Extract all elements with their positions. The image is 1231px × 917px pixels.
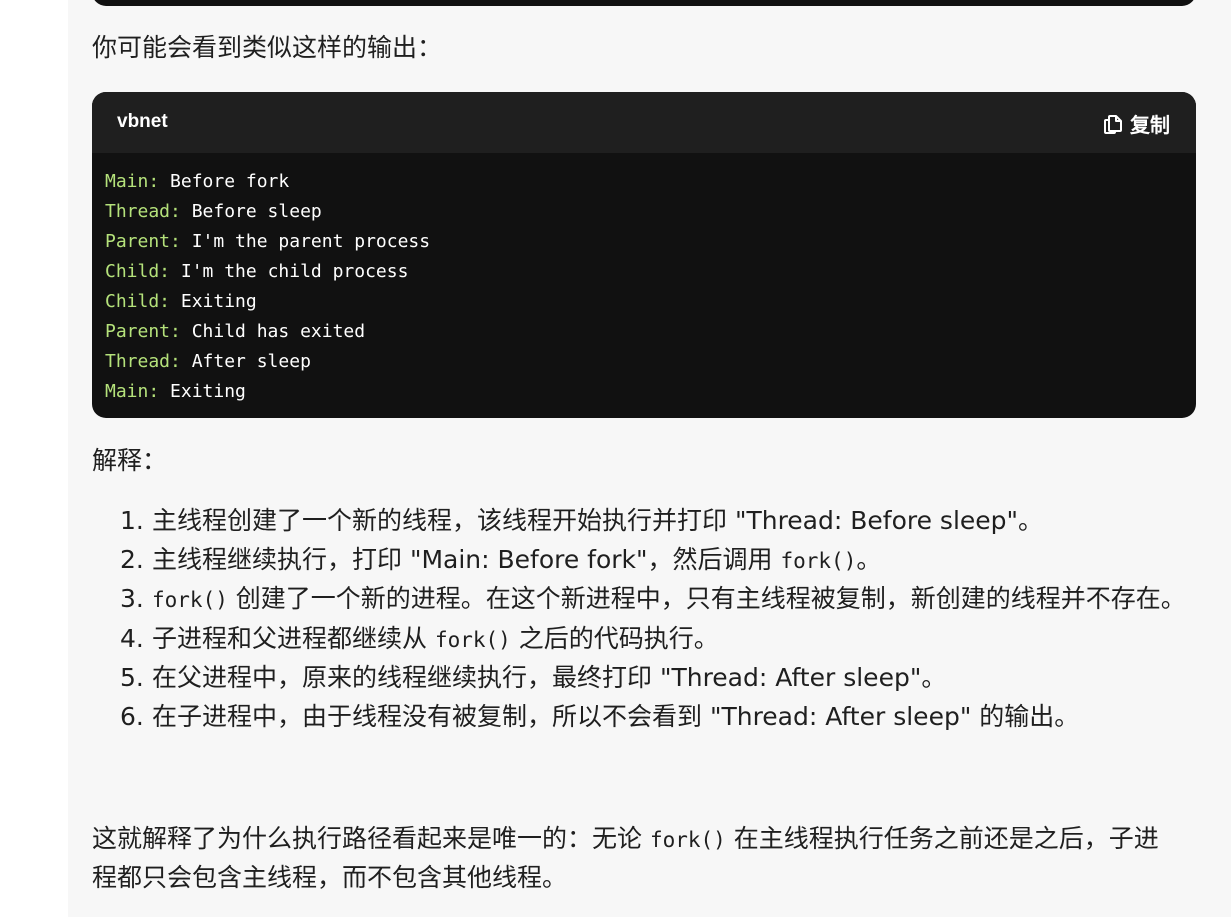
list-item: 5. 在父进程中，原来的线程继续执行，最终打印 "Thread: After sl… [120, 659, 1200, 698]
code-line: Parent: I'm the parent process [105, 227, 1196, 257]
list-item: 2. 主线程继续执行，打印 "Main: Before fork"，然后调用 fo… [120, 541, 1200, 581]
code-text: Exiting [159, 381, 246, 402]
code-text: Before sleep [180, 201, 322, 222]
conclusion-text: 这就解释了为什么执行路径看起来是唯一的：无论 fork() 在主线程执行任务之前… [92, 820, 1172, 897]
code-header: vbnet 复制 [92, 92, 1196, 153]
code-text: Before fork [159, 171, 290, 192]
inline-code: fork() [649, 828, 726, 852]
list-text: 创建了一个新的进程。在这个新进程中，只有主线程被复制，新创建的线程并不存在。 [227, 584, 1186, 613]
list-text: 主线程创建了一个新的线程，该线程开始执行并打印 "Thread: Before … [152, 506, 1044, 535]
previous-code-block-bottom [92, 0, 1196, 6]
code-line: Thread: After sleep [105, 347, 1196, 377]
code-text: I'm the child process [170, 261, 409, 282]
list-text: 。 [856, 544, 882, 574]
list-number: 4. [120, 623, 144, 653]
code-block: vbnet 复制 Main: Before fork Thread: Befor… [92, 92, 1196, 418]
code-label: Child: [105, 261, 171, 282]
list-text: 子进程和父进程都继续从 [152, 623, 435, 653]
code-line: Child: I'm the child process [105, 257, 1196, 287]
inline-code: fork() [152, 588, 228, 612]
conclusion-part: 这就解释了为什么执行路径看起来是唯一的：无论 [92, 824, 650, 853]
list-text: 主线程继续执行，打印 "Main: Before fork"，然后调用 [152, 544, 781, 574]
code-label: Parent: [105, 231, 181, 252]
code-line: Parent: Child has exited [105, 317, 1196, 347]
list-number: 3. [120, 584, 144, 613]
copy-icon [1102, 113, 1124, 135]
list-item: 3. fork() 创建了一个新的进程。在这个新进程中，只有主线程被复制，新创建的… [120, 580, 1200, 620]
code-line: Main: Exiting [105, 377, 1196, 407]
code-label: Main: [105, 171, 160, 192]
code-label: Child: [105, 291, 171, 312]
code-text: Child has exited [180, 321, 366, 342]
list-text: 在父进程中，原来的线程继续执行，最终打印 "Thread: After slee… [152, 663, 947, 692]
code-label: Thread: [105, 201, 181, 222]
copy-button[interactable]: 复制 [1102, 109, 1170, 138]
list-item: 1. 主线程创建了一个新的线程，该线程开始执行并打印 "Thread: Befor… [120, 502, 1200, 541]
intro-text: 你可能会看到类似这样的输出： [92, 33, 443, 62]
code-body: Main: Before fork Thread: Before sleep P… [92, 153, 1196, 407]
code-label: Thread: [105, 351, 181, 372]
explanation-list: 1. 主线程创建了一个新的线程，该线程开始执行并打印 "Thread: Befor… [120, 502, 1200, 736]
code-text: I'm the parent process [180, 231, 431, 252]
code-label: Main: [105, 381, 160, 402]
list-text: 之后的代码执行。 [510, 623, 719, 653]
list-text: 在子进程中，由于线程没有被复制，所以不会看到 "Thread: After sl… [152, 701, 1080, 731]
code-language: vbnet [117, 111, 168, 132]
code-label: Parent: [105, 321, 181, 342]
list-item: 6. 在子进程中，由于线程没有被复制，所以不会看到 "Thread: After … [120, 698, 1200, 737]
code-line: Thread: Before sleep [105, 197, 1196, 227]
explain-heading: 解释： [92, 446, 168, 475]
list-item: 4. 子进程和父进程都继续从 fork() 之后的代码执行。 [120, 620, 1200, 660]
list-number: 5. [120, 663, 144, 692]
inline-code: fork() [434, 627, 511, 652]
code-text: Exiting [170, 291, 257, 312]
code-line: Main: Before fork [105, 167, 1196, 197]
copy-label: 复制 [1130, 113, 1170, 137]
inline-code: fork() [780, 548, 857, 573]
code-line: Child: Exiting [105, 287, 1196, 317]
list-number: 6. [120, 701, 144, 731]
code-text: After sleep [180, 351, 311, 372]
list-number: 1. [120, 506, 144, 535]
list-number: 2. [120, 544, 144, 574]
